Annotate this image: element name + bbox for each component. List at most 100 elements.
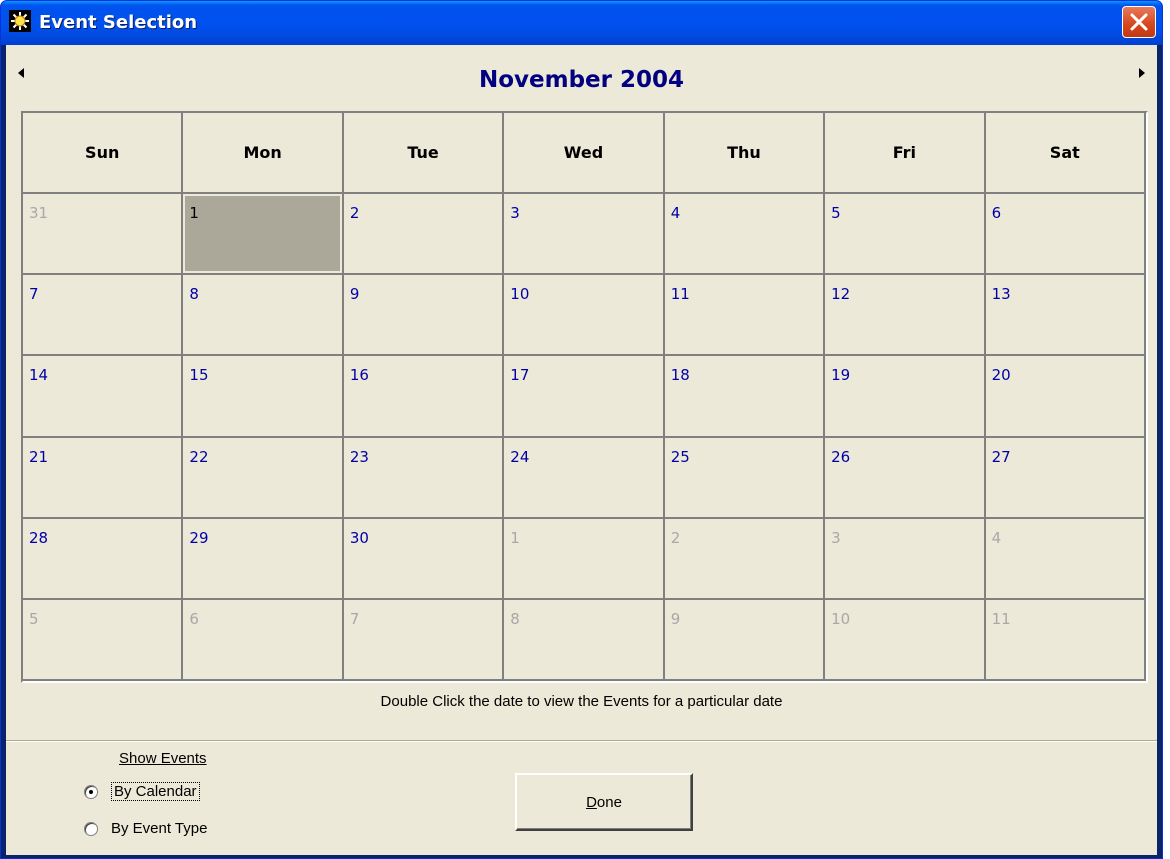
calendar-day[interactable]: 21: [23, 437, 184, 519]
weekday-header: Sat: [985, 113, 1146, 195]
day-number: 22: [189, 447, 209, 466]
calendar-day[interactable]: 28: [23, 518, 184, 600]
weekday-header: Thu: [664, 113, 826, 195]
close-icon: [1130, 13, 1148, 31]
calendar-day[interactable]: 3: [504, 194, 665, 276]
calendar-day[interactable]: 2: [343, 194, 505, 276]
month-title: November 2004: [478, 67, 685, 93]
weekday-header: Fri: [825, 113, 986, 195]
day-number: 16: [349, 366, 369, 385]
day-number: 30: [349, 528, 369, 547]
day-number: 5: [831, 204, 841, 223]
calendar-day[interactable]: 17: [504, 356, 665, 438]
day-number: 7: [29, 285, 39, 304]
day-number: 31: [29, 204, 49, 223]
day-number: 3: [510, 204, 520, 223]
day-number: 10: [510, 285, 530, 304]
calendar-day[interactable]: 1: [504, 518, 665, 600]
day-number: 2: [349, 204, 360, 223]
calendar-day[interactable]: 4: [985, 518, 1146, 600]
day-number: 11: [670, 285, 690, 304]
calendar-day[interactable]: 6: [985, 194, 1146, 276]
calendar-day-selected[interactable]: 1: [183, 194, 344, 276]
calendar-day[interactable]: 11: [985, 599, 1146, 681]
calendar-day[interactable]: 22: [183, 437, 344, 519]
day-number: 9: [670, 609, 681, 628]
day-number: 25: [670, 447, 690, 466]
calendar-day[interactable]: 12: [825, 275, 986, 357]
day-number: 15: [189, 366, 209, 385]
radio-button[interactable]: [84, 821, 98, 836]
calendar-day[interactable]: 26: [825, 437, 986, 519]
calendar-day[interactable]: 2: [664, 518, 826, 600]
day-number: 8: [510, 609, 520, 628]
calendar-day[interactable]: 5: [825, 194, 986, 276]
calendar-day[interactable]: 19: [825, 356, 986, 438]
day-number: 7: [349, 609, 360, 628]
weekday-header: Mon: [183, 113, 344, 195]
calendar-day[interactable]: 13: [985, 275, 1146, 357]
weekday-header: Sun: [23, 113, 184, 195]
day-number: 4: [991, 528, 1002, 547]
day-number: 6: [189, 609, 199, 628]
calendar-day[interactable]: 18: [664, 356, 826, 438]
calendar-day[interactable]: 20: [985, 356, 1146, 438]
weekday-header: Wed: [504, 113, 665, 195]
title-bar[interactable]: Event Selection: [1, 1, 1162, 45]
day-number: 23: [349, 447, 369, 466]
calendar-day[interactable]: 25: [664, 437, 826, 519]
day-number: 5: [29, 609, 39, 628]
day-number: 4: [670, 204, 681, 223]
radio-button[interactable]: [84, 784, 98, 799]
calendar-day[interactable]: 27: [985, 437, 1146, 519]
close-button[interactable]: [1122, 6, 1156, 38]
radio-by-event-type[interactable]: By Event Type: [84, 820, 207, 837]
day-number: 9: [349, 285, 360, 304]
calendar-day[interactable]: 24: [504, 437, 665, 519]
calendar-day[interactable]: 16: [343, 356, 505, 438]
calendar-day[interactable]: 8: [504, 599, 665, 681]
calendar-day[interactable]: 7: [343, 599, 505, 681]
calendar-day[interactable]: 8: [183, 275, 344, 357]
weekday-header: Tue: [343, 113, 505, 195]
done-button[interactable]: Done: [515, 773, 693, 831]
calendar-day[interactable]: 23: [343, 437, 505, 519]
calendar-day[interactable]: 15: [183, 356, 344, 438]
day-number: 1: [189, 204, 199, 223]
calendar-day[interactable]: 31: [23, 194, 184, 276]
radio-label: By Calendar: [111, 782, 200, 801]
day-number: 13: [991, 285, 1011, 304]
next-month-icon[interactable]: [1138, 67, 1146, 82]
day-number: 8: [189, 285, 199, 304]
day-number: 17: [510, 366, 530, 385]
day-number: 18: [670, 366, 690, 385]
day-number: 12: [831, 285, 851, 304]
done-button-mnemonic: D: [586, 793, 597, 811]
calendar-day[interactable]: 30: [343, 518, 505, 600]
sun-icon: [9, 10, 31, 32]
radio-by-calendar[interactable]: By Calendar: [84, 782, 200, 801]
calendar-day[interactable]: 14: [23, 356, 184, 438]
calendar-day[interactable]: 6: [183, 599, 344, 681]
day-number: 11: [991, 609, 1011, 628]
radio-label: By Event Type: [111, 820, 208, 837]
calendar-day[interactable]: 5: [23, 599, 184, 681]
calendar-day[interactable]: 3: [825, 518, 986, 600]
calendar-day[interactable]: 7: [23, 275, 184, 357]
calendar-day[interactable]: 10: [504, 275, 665, 357]
calendar-day[interactable]: 29: [183, 518, 344, 600]
calendar-day[interactable]: 4: [664, 194, 826, 276]
day-number: 28: [29, 528, 49, 547]
calendar-day[interactable]: 9: [343, 275, 505, 357]
calendar-day[interactable]: 9: [664, 599, 826, 681]
day-number: 24: [510, 447, 530, 466]
calendar-day[interactable]: 10: [825, 599, 986, 681]
instruction-text: Double Click the date to view the Events…: [380, 693, 783, 710]
day-number: 29: [189, 528, 209, 547]
divider: [6, 740, 1157, 742]
day-number: 19: [831, 366, 851, 385]
day-number: 10: [831, 609, 851, 628]
window-title: Event Selection: [39, 12, 198, 33]
calendar-day[interactable]: 11: [664, 275, 826, 357]
day-number: 20: [991, 366, 1011, 385]
